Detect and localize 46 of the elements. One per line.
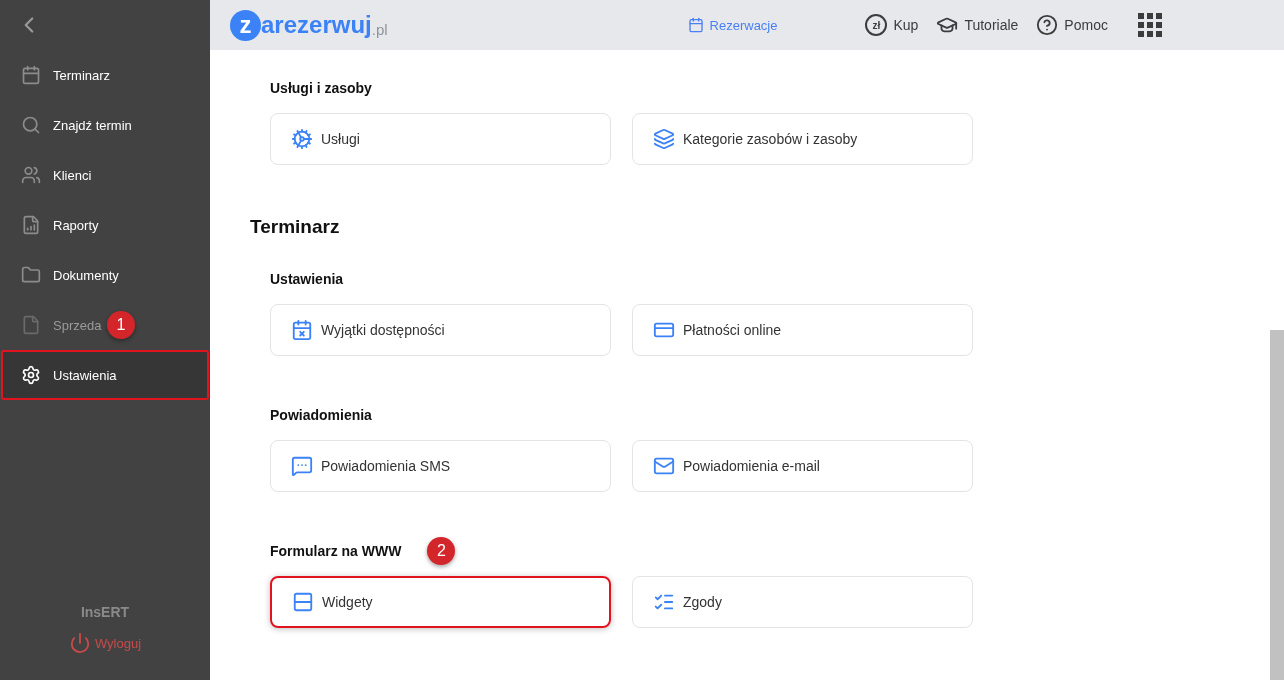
calendar-x-icon bbox=[291, 319, 313, 341]
sidebar-item[interactable]: Dokumenty bbox=[1, 250, 209, 300]
help-icon bbox=[1036, 14, 1059, 36]
header-link[interactable]: zł Kup bbox=[865, 14, 919, 36]
scrollbar[interactable] bbox=[1270, 330, 1284, 680]
step-badge: 1 bbox=[107, 311, 135, 339]
apps-grid-icon[interactable] bbox=[1137, 13, 1162, 37]
logo-suffix: .pl bbox=[371, 20, 388, 38]
folder-icon bbox=[21, 265, 41, 285]
calendar-icon bbox=[687, 17, 704, 33]
document-icon bbox=[21, 315, 41, 335]
report-icon bbox=[21, 215, 41, 235]
people-icon bbox=[21, 165, 41, 185]
group-title: Formularz na WWW bbox=[270, 543, 402, 559]
section-heading: Terminarz bbox=[250, 216, 341, 238]
sidebar-item[interactable]: Znajdź termin bbox=[1, 100, 209, 150]
step-badge: 2 bbox=[427, 537, 456, 565]
sidebar-item[interactable]: Klienci bbox=[1, 150, 209, 200]
settings-card[interactable]: Widgety bbox=[270, 576, 611, 628]
settings-card[interactable]: Zgody bbox=[632, 576, 973, 628]
group-title: Usługi i zasoby bbox=[270, 80, 372, 96]
settings-card[interactable]: Wyjątki dostępności bbox=[270, 304, 611, 356]
group-title: Powiadomienia bbox=[270, 407, 372, 423]
sidebar-item[interactable]: Terminarz bbox=[1, 50, 209, 100]
company-name: InsERT bbox=[80, 604, 130, 620]
mail-icon bbox=[653, 455, 675, 477]
settings-card[interactable]: Płatności online bbox=[632, 304, 973, 356]
power-icon bbox=[68, 632, 91, 654]
chat-icon bbox=[291, 455, 313, 477]
logo-name: arezerwuj bbox=[261, 11, 372, 39]
settings-card[interactable]: Kategorie zasobów i zasoby bbox=[632, 113, 973, 165]
settings-icon bbox=[21, 365, 41, 385]
currency-icon: zł bbox=[865, 14, 888, 36]
settings-card[interactable]: Usługi bbox=[270, 113, 611, 165]
header-link[interactable]: Tutoriale bbox=[936, 14, 1019, 36]
header-link[interactable]: Pomoc bbox=[1036, 14, 1108, 36]
settings-card[interactable]: Powiadomienia SMS bbox=[270, 440, 611, 492]
sidebar-item[interactable]: Raporty bbox=[1, 200, 209, 250]
calendar-icon bbox=[21, 65, 41, 85]
group-title: Ustawienia bbox=[270, 271, 344, 287]
layers-icon bbox=[653, 128, 675, 150]
settings-card[interactable]: Powiadomienia e-mail bbox=[632, 440, 973, 492]
logo-badge: z bbox=[230, 9, 261, 41]
rows-icon bbox=[292, 591, 314, 613]
search-icon bbox=[21, 115, 41, 135]
sidebar-item[interactable]: Ustawienia bbox=[1, 350, 209, 400]
